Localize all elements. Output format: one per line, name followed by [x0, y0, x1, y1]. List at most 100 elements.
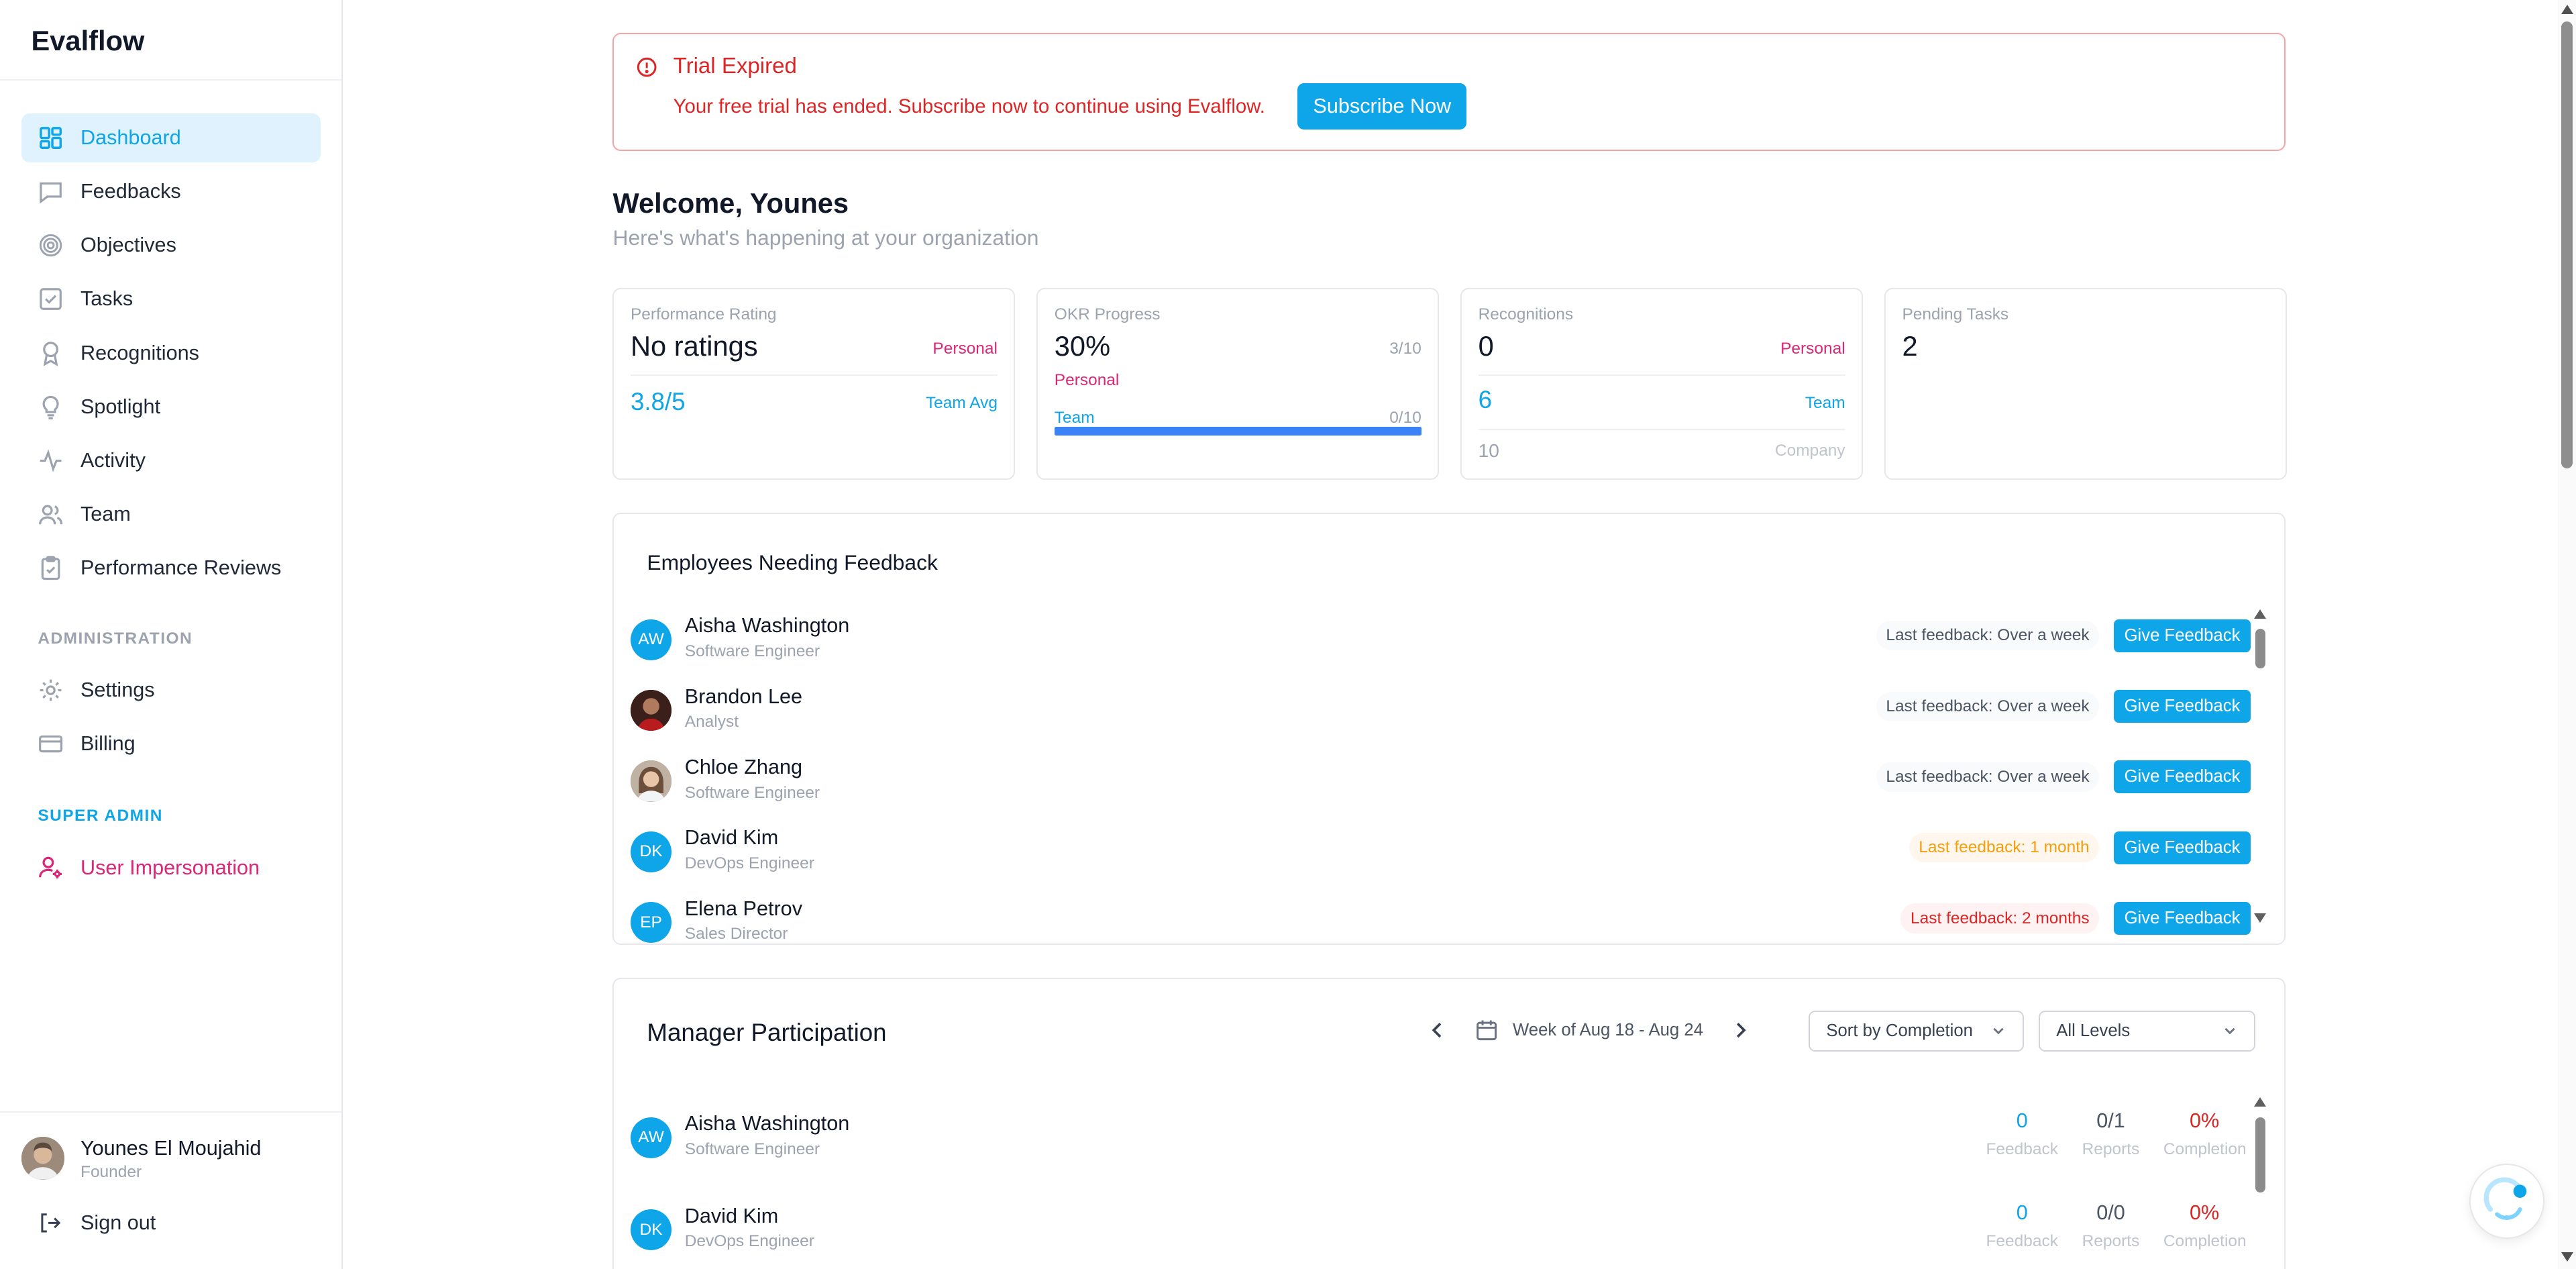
- user-role: Founder: [80, 1163, 142, 1182]
- sort-select-value: Sort by Completion: [1826, 1021, 1973, 1040]
- employee-name: Aisha Washington: [684, 614, 850, 638]
- reports-count: 0/1: [2096, 1109, 2125, 1132]
- trial-title: Trial Expired: [673, 54, 797, 79]
- manager-list-scrollbar[interactable]: [2253, 1097, 2267, 1268]
- team-progress-fill: [1054, 427, 1421, 436]
- feedback-list-scrollbar[interactable]: [2253, 609, 2267, 925]
- gear-icon: [38, 677, 64, 703]
- assistant-icon: [2483, 1177, 2527, 1220]
- team-progress-track: [1054, 427, 1421, 436]
- user-avatar[interactable]: [21, 1137, 64, 1180]
- completion-percent: 0%: [2189, 1109, 2220, 1132]
- give-feedback-button[interactable]: Give Feedback: [2114, 619, 2251, 652]
- week-label: Week of Aug 18 - Aug 24: [1513, 1020, 1703, 1039]
- trial-message: Your free trial has ended. Subscribe now…: [673, 95, 1265, 117]
- last-feedback-badge: Last feedback: Over a week: [1876, 691, 2100, 721]
- alert-circle-icon: [637, 57, 657, 77]
- users-icon: [38, 501, 64, 527]
- scroll-down-arrow-icon[interactable]: [2253, 913, 2266, 923]
- last-feedback-badge: Last feedback: 1 month: [1909, 833, 2100, 863]
- sidebar-item-objectives[interactable]: Objectives: [21, 221, 321, 270]
- avatar: DK: [630, 1209, 672, 1251]
- avatar: AW: [630, 1117, 672, 1159]
- main-nav: Dashboard Feedbacks Objectives Tasks Rec…: [21, 113, 321, 597]
- sidebar-item-label: Settings: [80, 678, 155, 702]
- credit-card-icon: [38, 731, 64, 757]
- level-select-value: All Levels: [2056, 1021, 2131, 1040]
- table-row: DK David Kim DevOps Engineer 0 Feedback …: [630, 1201, 2251, 1268]
- employee-role: Analyst: [684, 713, 739, 731]
- completion-label: Completion: [2163, 1232, 2247, 1251]
- personal-tag: Personal: [932, 340, 998, 358]
- sidebar-item-spotlight[interactable]: Spotlight: [21, 382, 321, 431]
- last-feedback-badge: Last feedback: Over a week: [1876, 762, 2100, 792]
- sidebar-item-label: Performance Reviews: [80, 556, 282, 579]
- sidebar-item-feedbacks[interactable]: Feedbacks: [21, 167, 321, 216]
- sort-select[interactable]: Sort by Completion: [1808, 1010, 2024, 1052]
- employees-needing-feedback-panel: Employees Needing Feedback AW Aisha Wash…: [612, 513, 2286, 946]
- sidebar-item-team[interactable]: Team: [21, 490, 321, 539]
- sidebar-item-label: Spotlight: [80, 395, 161, 418]
- recognitions-value: 0: [1478, 329, 1494, 362]
- sidebar-item-tasks[interactable]: Tasks: [21, 274, 321, 323]
- sidebar-item-billing[interactable]: Billing: [21, 719, 321, 768]
- reports-label: Reports: [2082, 1140, 2140, 1159]
- feedback-label: Feedback: [1986, 1232, 2058, 1251]
- give-feedback-button[interactable]: Give Feedback: [2114, 760, 2251, 794]
- chevron-down-icon: [2224, 1027, 2236, 1035]
- sidebar-item-settings[interactable]: Settings: [21, 666, 321, 715]
- sidebar-item-activity[interactable]: Activity: [21, 436, 321, 485]
- manager-name: David Kim: [684, 1204, 779, 1227]
- card-label: Performance Rating: [630, 305, 777, 324]
- calendar-icon: [1476, 1020, 1497, 1040]
- scroll-up-arrow-icon[interactable]: [2561, 5, 2573, 15]
- company-tag: Company: [1774, 442, 1845, 460]
- chevron-left-icon[interactable]: [1426, 1019, 1448, 1042]
- sidebar-item-label: User Impersonation: [80, 856, 260, 879]
- sidebar-item-user-impersonation[interactable]: User Impersonation: [21, 843, 321, 892]
- feedback-count: 0: [2016, 1109, 2028, 1132]
- user-impersonation-icon: [38, 854, 64, 880]
- give-feedback-button[interactable]: Give Feedback: [2114, 831, 2251, 864]
- personal-tag: Personal: [1780, 340, 1845, 358]
- sidebar-item-recognitions[interactable]: Recognitions: [21, 328, 321, 377]
- employee-role: DevOps Engineer: [684, 854, 814, 873]
- target-icon: [38, 232, 64, 258]
- manager-role: Software Engineer: [684, 1140, 820, 1159]
- clipboard-icon: [38, 555, 64, 581]
- scroll-up-arrow-icon[interactable]: [2253, 609, 2266, 619]
- scroll-thumb[interactable]: [2255, 629, 2265, 669]
- employee-name: Chloe Zhang: [684, 756, 803, 779]
- dashboard-icon: [38, 125, 64, 151]
- give-feedback-button[interactable]: Give Feedback: [2114, 690, 2251, 723]
- manager-role: DevOps Engineer: [684, 1232, 814, 1251]
- feedback-label: Feedback: [1986, 1140, 2058, 1159]
- checkbox-icon: [38, 286, 64, 312]
- okr-value: 30%: [1054, 329, 1111, 362]
- page-scrollbar[interactable]: [2558, 0, 2576, 1269]
- avatar: EP: [630, 902, 672, 944]
- sign-out-button[interactable]: Sign out: [38, 1211, 156, 1235]
- scroll-down-arrow-icon[interactable]: [2561, 1252, 2573, 1262]
- scroll-up-arrow-icon[interactable]: [2253, 1097, 2266, 1107]
- chevron-right-icon[interactable]: [1729, 1019, 1752, 1042]
- user-name: Younes El Moujahid: [80, 1137, 262, 1160]
- subscribe-now-button[interactable]: Subscribe Now: [1297, 83, 1467, 130]
- reports-label: Reports: [2082, 1232, 2140, 1251]
- scroll-thumb[interactable]: [2561, 21, 2573, 468]
- sidebar-item-performance-reviews[interactable]: Performance Reviews: [21, 544, 321, 593]
- level-select[interactable]: All Levels: [2038, 1010, 2255, 1052]
- page-subtitle: Here's what's happening at your organiza…: [612, 225, 1039, 250]
- logout-icon: [41, 1213, 61, 1233]
- completion-label: Completion: [2163, 1140, 2247, 1159]
- card-label: Recognitions: [1478, 305, 1574, 324]
- scroll-thumb[interactable]: [2255, 1117, 2265, 1193]
- give-feedback-button[interactable]: Give Feedback: [2114, 902, 2251, 935]
- last-feedback-badge: Last feedback: Over a week: [1876, 621, 2100, 651]
- sidebar-item-dashboard[interactable]: Dashboard: [21, 113, 321, 163]
- manager-participation-panel: Manager Participation Week of Aug 18 - A…: [612, 978, 2286, 1269]
- message-icon: [38, 179, 64, 205]
- sidebar-item-label: Objectives: [80, 234, 176, 257]
- sidebar-item-label: Feedbacks: [80, 180, 181, 203]
- assistant-button[interactable]: [2469, 1163, 2544, 1239]
